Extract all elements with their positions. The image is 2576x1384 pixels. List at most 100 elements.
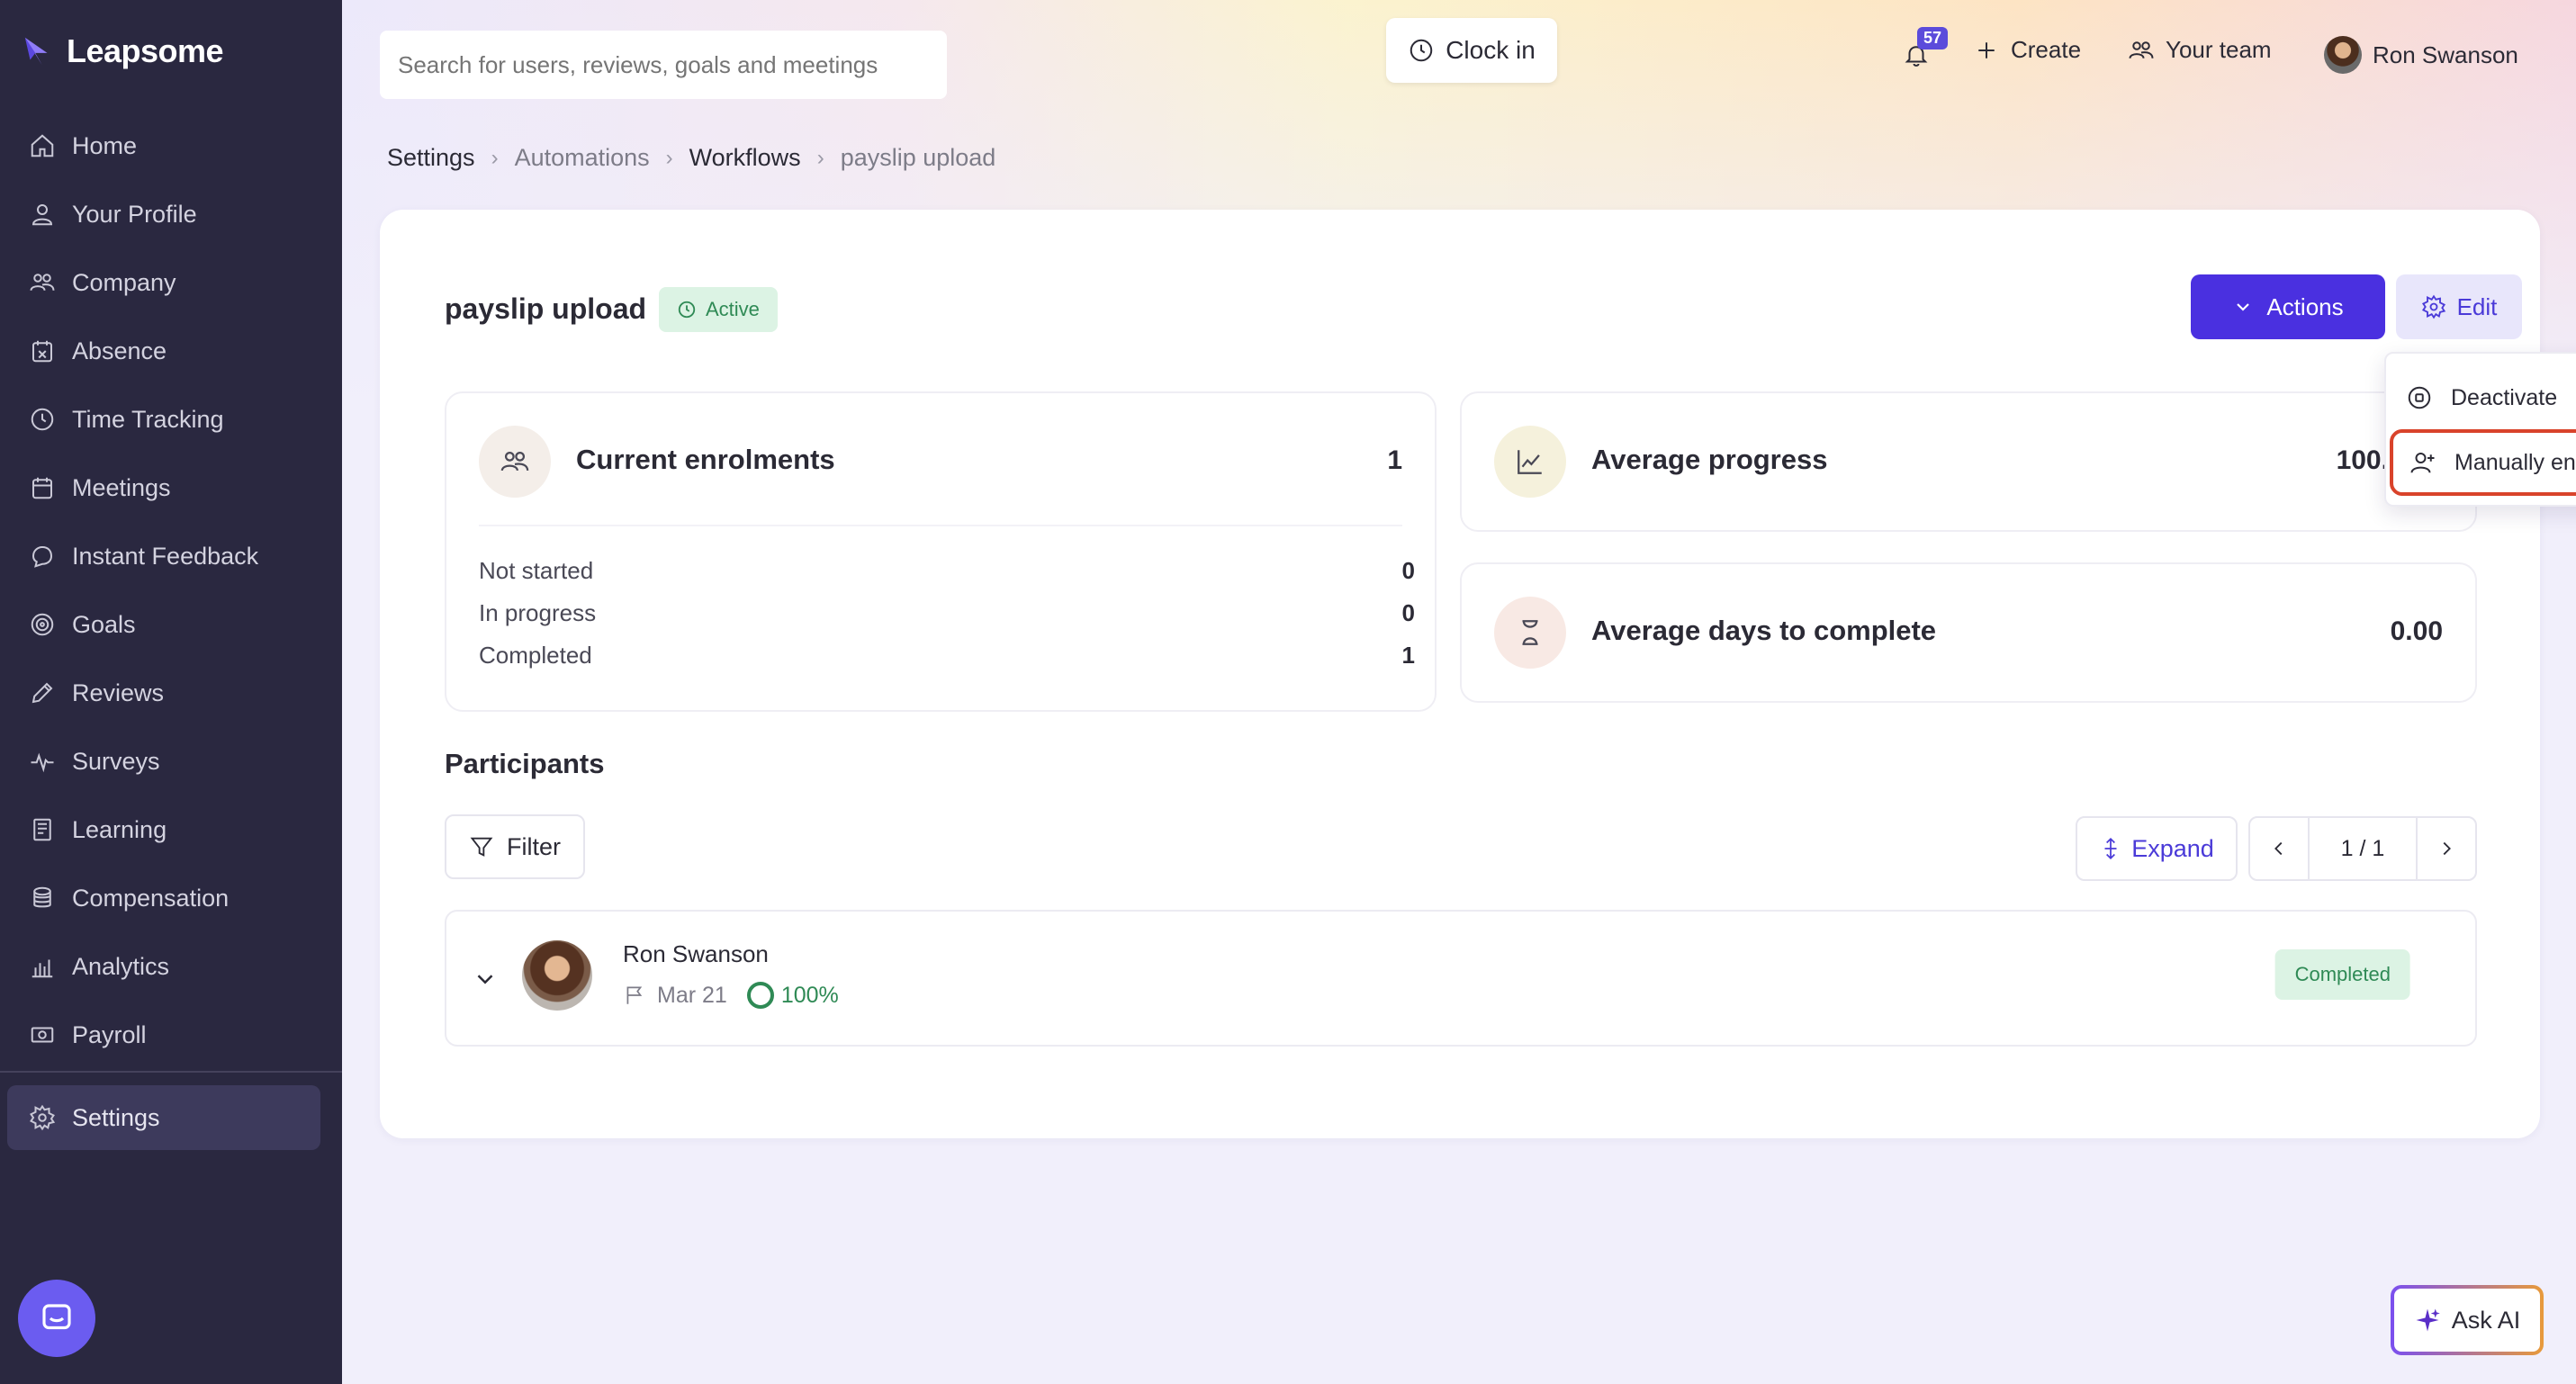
sparkle-icon: [2416, 1308, 2440, 1332]
user-menu[interactable]: Ron Swanson: [2324, 36, 2518, 74]
gear-icon: [30, 1104, 56, 1131]
expand-button[interactable]: Expand: [2076, 816, 2238, 881]
leapsome-logo-icon: [24, 37, 48, 66]
sidebar-item-your-profile[interactable]: Your Profile: [0, 180, 342, 248]
breakdown-value: 1: [1401, 642, 1415, 669]
sidebar-item-meetings[interactable]: Meetings: [0, 454, 342, 522]
status-label: Active: [706, 298, 760, 320]
clock-icon: [31, 408, 54, 431]
chat-icon: [32, 545, 53, 568]
clock-in-button[interactable]: Clock in: [1386, 18, 1557, 83]
sidebar-item-home[interactable]: Home: [0, 112, 342, 180]
status-badge: Active: [659, 287, 778, 332]
enrolments-title: Current enrolments: [576, 444, 835, 475]
sidebar-item-label: Your Profile: [72, 200, 197, 228]
leapsome-logo[interactable]: Leapsome: [22, 32, 224, 70]
edit-button[interactable]: Edit: [2396, 274, 2522, 339]
create-button[interactable]: Create: [1973, 36, 2081, 64]
average-progress-title: Average progress: [1591, 444, 1828, 475]
expand-label: Expand: [2131, 834, 2214, 862]
chevron-right-icon: [2443, 841, 2451, 856]
pagination: 1 / 1: [2248, 816, 2477, 881]
deactivate-icon: [2408, 386, 2431, 409]
participant-row[interactable]: Ron Swanson Mar 21 100% Completed: [445, 910, 2477, 1047]
people-icon: [30, 274, 55, 292]
expand-vertical-icon: [2104, 837, 2117, 860]
notification-count-badge: 57: [1917, 27, 1949, 49]
sidebar-item-label: Meetings: [72, 473, 171, 501]
support-chat-button[interactable]: [18, 1280, 95, 1357]
user-icon: [32, 204, 53, 226]
coins-icon: [33, 886, 51, 908]
sidebar-item-learning[interactable]: Learning: [0, 795, 342, 864]
menu-item-label: Manually enroll user: [2454, 449, 2576, 475]
sidebar-item-label: Reviews: [72, 679, 165, 706]
filter-button[interactable]: Filter: [445, 814, 585, 879]
menu-item-manually-enroll-user[interactable]: Manually enroll user: [2390, 429, 2576, 496]
breadcrumb-settings[interactable]: Settings: [387, 144, 475, 172]
sidebar: Leapsome Home Your Profile Company Absen…: [0, 0, 342, 1384]
sidebar-item-label: Company: [72, 268, 176, 296]
clock-icon: [678, 301, 696, 319]
page-indicator: 1 / 1: [2308, 818, 2418, 879]
book-icon: [33, 818, 51, 841]
breakdown-value: 0: [1401, 557, 1415, 584]
enrolments-value: 1: [1387, 445, 1402, 475]
sidebar-item-compensation[interactable]: Compensation: [0, 864, 342, 932]
breakdown-label: Completed: [479, 642, 592, 669]
average-progress-card: Average progress 100.00%: [1460, 391, 2477, 532]
chevron-right-icon: ›: [491, 145, 499, 170]
filter-icon: [470, 837, 493, 857]
sidebar-item-settings[interactable]: Settings: [7, 1085, 320, 1150]
sidebar-item-company[interactable]: Company: [0, 248, 342, 317]
sidebar-item-payroll[interactable]: Payroll: [0, 1001, 342, 1069]
divider: [479, 525, 1402, 526]
chevron-right-icon: ›: [665, 145, 673, 170]
plus-icon: [1978, 41, 1995, 58]
menu-item-label: Deactivate: [2451, 384, 2558, 410]
sidebar-item-label: Settings: [72, 1103, 160, 1131]
flag-icon: [626, 986, 643, 1004]
page-title: payslip upload: [445, 292, 647, 325]
home-icon: [31, 134, 54, 157]
sidebar-item-label: Analytics: [72, 952, 170, 980]
sidebar-item-time-tracking[interactable]: Time Tracking: [0, 385, 342, 454]
people-icon: [2129, 40, 2154, 58]
sidebar-item-surveys[interactable]: Surveys: [0, 727, 342, 795]
participant-name[interactable]: Ron Swanson: [623, 940, 769, 968]
next-page-button[interactable]: [2418, 818, 2475, 879]
ask-ai-label: Ask AI: [2451, 1306, 2521, 1334]
participant-progress-value: 100%: [780, 982, 839, 1008]
breakdown-value: 0: [1401, 599, 1415, 626]
search-input[interactable]: [380, 31, 947, 99]
sidebar-item-goals[interactable]: Goals: [0, 590, 342, 659]
chevron-right-icon: ›: [816, 145, 824, 170]
breadcrumb-workflows[interactable]: Workflows: [689, 144, 801, 172]
banknote-icon: [31, 1027, 54, 1043]
sidebar-item-label: Learning: [72, 815, 167, 843]
chevron-down-icon[interactable]: [472, 966, 499, 993]
breakdown-label: In progress: [479, 599, 597, 626]
sidebar-item-absence[interactable]: Absence: [0, 317, 342, 385]
previous-page-button[interactable]: [2250, 818, 2308, 879]
breadcrumb: Settings › Automations › Workflows › pay…: [387, 144, 995, 172]
sidebar-item-reviews[interactable]: Reviews: [0, 659, 342, 727]
sidebar-item-label: Goals: [72, 610, 136, 638]
breadcrumb-automations[interactable]: Automations: [515, 144, 650, 172]
participant-progress: 100%: [746, 982, 839, 1009]
sidebar-item-label: Time Tracking: [72, 405, 224, 433]
ask-ai-button[interactable]: Ask AI: [2391, 1285, 2544, 1355]
chevron-down-icon: [2237, 303, 2250, 311]
menu-item-deactivate[interactable]: Deactivate: [2386, 364, 2576, 431]
sidebar-item-analytics[interactable]: Analytics: [0, 932, 342, 1001]
hourglass-icon: [1494, 597, 1566, 669]
your-team-button[interactable]: Your team: [2128, 36, 2272, 64]
status-badge: Completed: [2274, 949, 2410, 1000]
actions-button[interactable]: Actions: [2191, 274, 2385, 339]
clock-in-label: Clock in: [1446, 36, 1536, 64]
bar-chart-icon: [32, 959, 53, 978]
sidebar-item-instant-feedback[interactable]: Instant Feedback: [0, 522, 342, 590]
filter-label: Filter: [507, 832, 561, 860]
average-days-title: Average days to complete: [1591, 615, 1937, 646]
notifications-button[interactable]: 57: [1899, 27, 1953, 81]
